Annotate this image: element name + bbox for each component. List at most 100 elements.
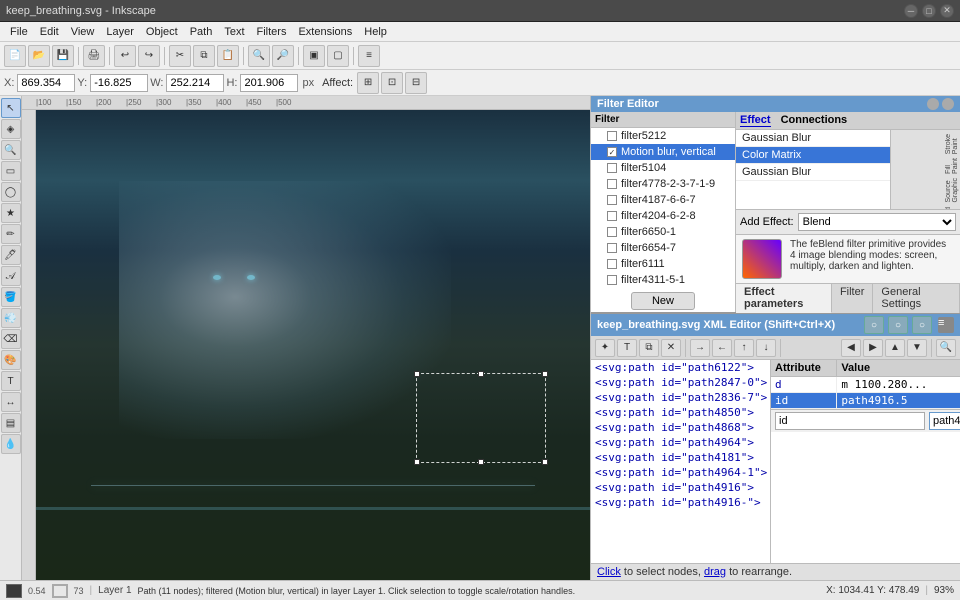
menu-extensions[interactable]: Extensions: [292, 24, 358, 40]
menu-filters[interactable]: Filters: [251, 24, 293, 40]
text-tool[interactable]: T: [1, 371, 21, 391]
filter-new-button[interactable]: New: [631, 292, 695, 310]
canvas-image[interactable]: [36, 110, 590, 580]
xml-new-element[interactable]: ✦: [595, 339, 615, 357]
handle-br[interactable]: [542, 459, 548, 465]
effect-tab-effect[interactable]: Effect: [740, 114, 771, 127]
ep-tab-settings[interactable]: General Settings: [873, 284, 960, 313]
new-button[interactable]: 📄: [4, 45, 26, 67]
xml-nav-circle-prev[interactable]: ○: [864, 316, 884, 334]
xml-delete[interactable]: ✕: [661, 339, 681, 357]
xml-node-9[interactable]: <svg:path id="path4916-">: [591, 495, 770, 510]
menu-file[interactable]: File: [4, 24, 34, 40]
menu-object[interactable]: Object: [140, 24, 184, 40]
affect-content-button[interactable]: ⊟: [405, 72, 427, 94]
xml-nav-next[interactable]: ▶: [863, 339, 883, 357]
xml-status-click[interactable]: Click: [597, 566, 621, 578]
filter-checkbox-filter6650[interactable]: [607, 227, 617, 237]
effect-tab-connections[interactable]: Connections: [781, 114, 848, 127]
add-effect-select[interactable]: Blend ColorMatrix Composite GaussianBlur: [798, 213, 956, 231]
xml-node-8[interactable]: <svg:path id="path4916">: [591, 480, 770, 495]
menu-edit[interactable]: Edit: [34, 24, 65, 40]
xml-move-down[interactable]: ↓: [756, 339, 776, 357]
y-input[interactable]: [90, 74, 148, 92]
pencil-tool[interactable]: ✏: [1, 224, 21, 244]
align-button[interactable]: ≡: [358, 45, 380, 67]
filter-item-filter6650[interactable]: filter6650-1: [591, 224, 735, 240]
fill-indicator[interactable]: [6, 584, 22, 598]
redo-button[interactable]: ↪: [138, 45, 160, 67]
handle-bl[interactable]: [414, 459, 420, 465]
ep-tab-filter[interactable]: Filter: [832, 284, 873, 313]
xml-node-2[interactable]: <svg:path id="path2836-7">: [591, 390, 770, 405]
undo-button[interactable]: ↩: [114, 45, 136, 67]
print-button[interactable]: 🖨: [83, 45, 105, 67]
zoom-in-button[interactable]: 🔍: [248, 45, 270, 67]
xml-attr-value-input[interactable]: [929, 412, 960, 430]
rect-tool[interactable]: ▭: [1, 161, 21, 181]
minimize-button[interactable]: ─: [904, 4, 918, 18]
menu-layer[interactable]: Layer: [100, 24, 140, 40]
filter-checkbox-filter5104[interactable]: [607, 163, 617, 173]
filter-checkbox-filter6654[interactable]: [607, 243, 617, 253]
group-button[interactable]: ▣: [303, 45, 325, 67]
xml-indent[interactable]: →: [690, 339, 710, 357]
x-input[interactable]: [17, 74, 75, 92]
filter-item-filter5104[interactable]: filter5104: [591, 160, 735, 176]
filter-checkbox-filter4311[interactable]: [607, 275, 617, 285]
xml-nav-up[interactable]: ▲: [885, 339, 905, 357]
filter-item-motion_blur_vertical[interactable]: Motion blur, vertical: [591, 144, 735, 160]
ep-tab-params[interactable]: Effect parameters: [736, 284, 832, 313]
paste-button[interactable]: 📋: [217, 45, 239, 67]
handle-tm[interactable]: [478, 371, 484, 377]
calligraphy-tool[interactable]: 𝒜: [1, 266, 21, 286]
xml-search[interactable]: 🔍: [936, 339, 956, 357]
xml-node-3[interactable]: <svg:path id="path4850">: [591, 405, 770, 420]
filter-item-filter6111[interactable]: filter6111: [591, 256, 735, 272]
xml-node-1[interactable]: <svg:path id="path2847-0">: [591, 375, 770, 390]
affect-geo-button[interactable]: ⊞: [357, 72, 379, 94]
maximize-button[interactable]: □: [922, 4, 936, 18]
close-button[interactable]: ✕: [940, 4, 954, 18]
filter-checkbox-filter4778[interactable]: [607, 179, 617, 189]
effect-item-0[interactable]: Gaussian Blur: [736, 130, 890, 147]
spray-tool[interactable]: 💨: [1, 308, 21, 328]
stroke-indicator[interactable]: [52, 584, 68, 598]
handle-bm[interactable]: [478, 459, 484, 465]
filter-editor-minimize[interactable]: [927, 98, 939, 110]
xml-node-0[interactable]: <svg:path id="path6122">: [591, 360, 770, 375]
node-tool[interactable]: ◈: [1, 119, 21, 139]
xml-unindent[interactable]: ←: [712, 339, 732, 357]
filter-checkbox-motion_blur_vertical[interactable]: [607, 147, 617, 157]
xml-nav-down[interactable]: ▼: [907, 339, 927, 357]
open-button[interactable]: 📂: [28, 45, 50, 67]
handle-tl[interactable]: [414, 371, 420, 377]
xml-move-up[interactable]: ↑: [734, 339, 754, 357]
paint-tool[interactable]: 🪣: [1, 287, 21, 307]
xml-node-6[interactable]: <svg:path id="path4181">: [591, 450, 770, 465]
h-input[interactable]: [240, 74, 298, 92]
gradient-tool[interactable]: ▤: [1, 413, 21, 433]
filter-item-filter6654[interactable]: filter6654-7: [591, 240, 735, 256]
handle-tr[interactable]: [542, 371, 548, 377]
affect-stroke-button[interactable]: ⊡: [381, 72, 403, 94]
xml-nav-circle-next[interactable]: ○: [888, 316, 908, 334]
effect-item-1[interactable]: Color Matrix: [736, 147, 890, 164]
dropper-tool[interactable]: 💧: [1, 434, 21, 454]
filter-item-filter4311[interactable]: filter4311-5-1: [591, 272, 735, 288]
xml-new-text[interactable]: T: [617, 339, 637, 357]
menu-path[interactable]: Path: [184, 24, 219, 40]
menu-help[interactable]: Help: [358, 24, 393, 40]
filter-checkbox-filter4204[interactable]: [607, 211, 617, 221]
filter-item-filter5212[interactable]: filter5212: [591, 128, 735, 144]
xml-attr-row-1[interactable]: idpath4916.5: [771, 393, 960, 409]
xml-node-5[interactable]: <svg:path id="path4964">: [591, 435, 770, 450]
star-tool[interactable]: ★: [1, 203, 21, 223]
connector-tool[interactable]: ↔: [1, 392, 21, 412]
filter-item-filter4187[interactable]: filter4187-6-6-7: [591, 192, 735, 208]
filter-checkbox-filter6111[interactable]: [607, 259, 617, 269]
xml-nav-prev[interactable]: ◀: [841, 339, 861, 357]
filter-item-filter4204[interactable]: filter4204-6-2-8: [591, 208, 735, 224]
xml-attr-name-input[interactable]: [775, 412, 925, 430]
filter-editor-close[interactable]: [942, 98, 954, 110]
